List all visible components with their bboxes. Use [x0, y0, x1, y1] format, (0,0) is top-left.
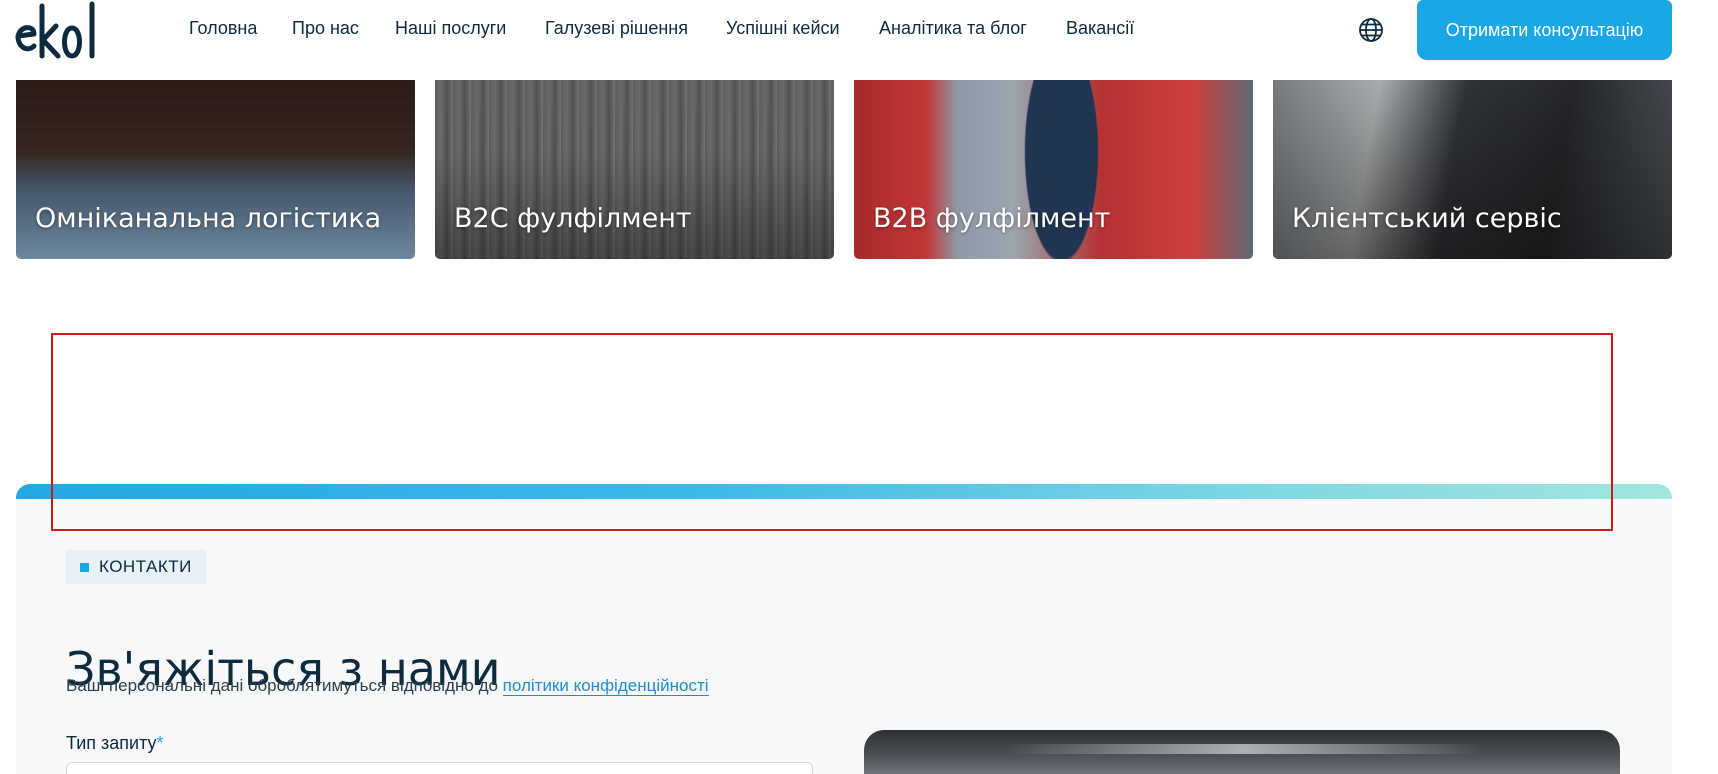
section-tag: КОНТАКТИ: [66, 550, 206, 584]
service-card-label: Омніканальна логістика: [35, 203, 382, 234]
service-card-label: B2B фулфілмент: [873, 203, 1111, 234]
nav-item-about[interactable]: Про нас: [292, 18, 359, 39]
privacy-note: Ваші персональні дані оброблятимуться ві…: [66, 676, 709, 696]
nav-item-analytics-blog[interactable]: Аналітика та блог: [879, 18, 1027, 39]
get-consultation-button[interactable]: Отримати консультацію: [1417, 0, 1672, 60]
request-type-select[interactable]: [66, 762, 813, 774]
service-card-customer-service[interactable]: Клієнтський сервіс: [1273, 80, 1672, 259]
service-card-b2b[interactable]: B2B фулфілмент: [854, 80, 1253, 259]
nav-item-industry-solutions[interactable]: Галузеві рішення: [545, 18, 688, 39]
request-type-label-text: Тип запиту: [66, 733, 157, 753]
required-mark: *: [156, 733, 164, 753]
ekol-logo-mark: [15, 1, 95, 59]
highlight-box: [51, 333, 1613, 531]
ekol-logo[interactable]: [14, 0, 104, 62]
nav-item-vacancies[interactable]: Вакансії: [1066, 18, 1134, 39]
service-card-omnichannel[interactable]: Омніканальна логістика: [16, 80, 415, 259]
nav-item-services[interactable]: Наші послуги: [395, 18, 506, 39]
privacy-note-text: Ваші персональні дані оброблятимуться ві…: [66, 676, 503, 695]
square-bullet-icon: [80, 562, 89, 572]
nav-item-home[interactable]: Головна: [189, 18, 257, 39]
service-card-b2c[interactable]: B2C фулфілмент: [435, 80, 834, 259]
site-header: Головна Про нас Наші послуги Галузеві рі…: [0, 0, 1718, 80]
request-type-label: Тип запиту*: [66, 733, 164, 754]
ceiling-light: [1004, 744, 1484, 754]
globe-icon[interactable]: [1358, 17, 1384, 43]
service-card-label: Клієнтський сервіс: [1292, 203, 1562, 234]
privacy-policy-link[interactable]: політики конфіденційності: [502, 676, 709, 696]
service-card-label: B2C фулфілмент: [454, 203, 692, 234]
nav-item-success-cases[interactable]: Успішні кейси: [726, 18, 840, 39]
section-tag-label: КОНТАКТИ: [99, 557, 192, 576]
office-photo: [864, 730, 1620, 774]
